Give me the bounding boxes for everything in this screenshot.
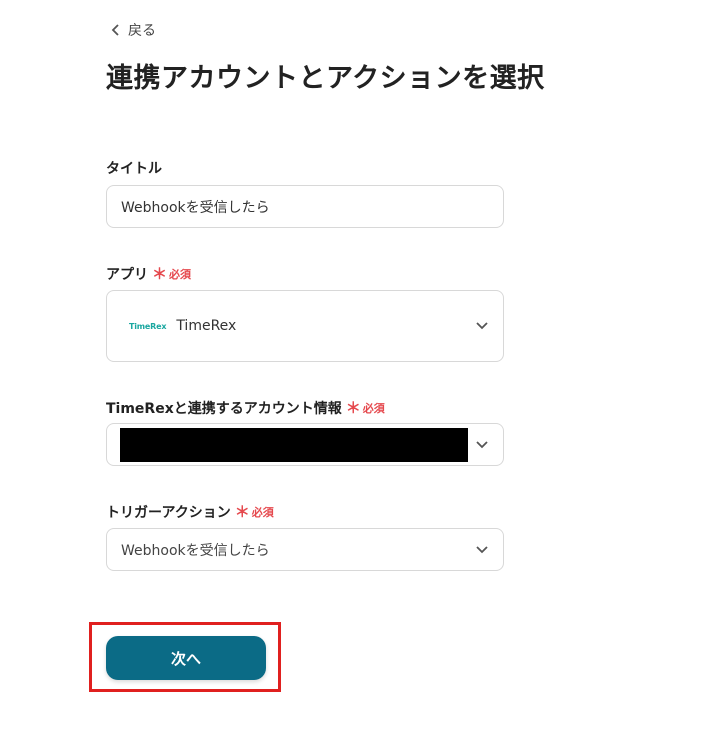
required-asterisk: ＊ — [345, 399, 361, 417]
title-field-label: タイトル — [106, 158, 162, 178]
required-badge: 必須 — [362, 401, 385, 415]
required-asterisk: ＊ — [234, 503, 250, 521]
account-select[interactable] — [106, 423, 504, 466]
app-field-label: アプリ ＊ 必須 — [106, 263, 191, 284]
account-field-label: TimeRexと連携するアカウント情報 ＊ 必須 — [106, 397, 385, 418]
title-field[interactable] — [106, 185, 504, 228]
chevron-left-icon — [111, 24, 119, 36]
chevron-down-icon — [476, 440, 488, 448]
required-asterisk: ＊ — [152, 265, 168, 283]
title-input[interactable] — [107, 198, 503, 215]
app-select-value: TimeRex — [176, 318, 237, 334]
timerex-logo: TimeRex — [129, 321, 167, 331]
app-select[interactable]: TimeRex TimeRex — [106, 290, 504, 362]
chevron-down-icon — [476, 545, 488, 553]
account-label-text: TimeRexと連携するアカウント情報 — [106, 400, 342, 417]
trigger-action-select[interactable]: Webhookを受信したら — [106, 528, 504, 571]
chevron-down-icon — [476, 322, 488, 330]
redacted-account-value — [120, 428, 468, 462]
required-badge: 必須 — [169, 267, 192, 281]
required-badge: 必須 — [251, 505, 274, 519]
title-label-text: タイトル — [106, 161, 162, 177]
trigger-field-label: トリガーアクション ＊ 必須 — [106, 501, 274, 522]
trigger-label-text: トリガーアクション — [106, 504, 231, 521]
app-label-text: アプリ — [106, 266, 148, 283]
trigger-select-value: Webhookを受信したら — [121, 542, 270, 559]
back-label: 戻る — [128, 23, 156, 39]
back-link[interactable]: 戻る — [110, 20, 156, 40]
next-button[interactable]: 次へ — [106, 636, 266, 680]
page-title: 連携アカウントとアクションを選択 — [106, 63, 545, 94]
